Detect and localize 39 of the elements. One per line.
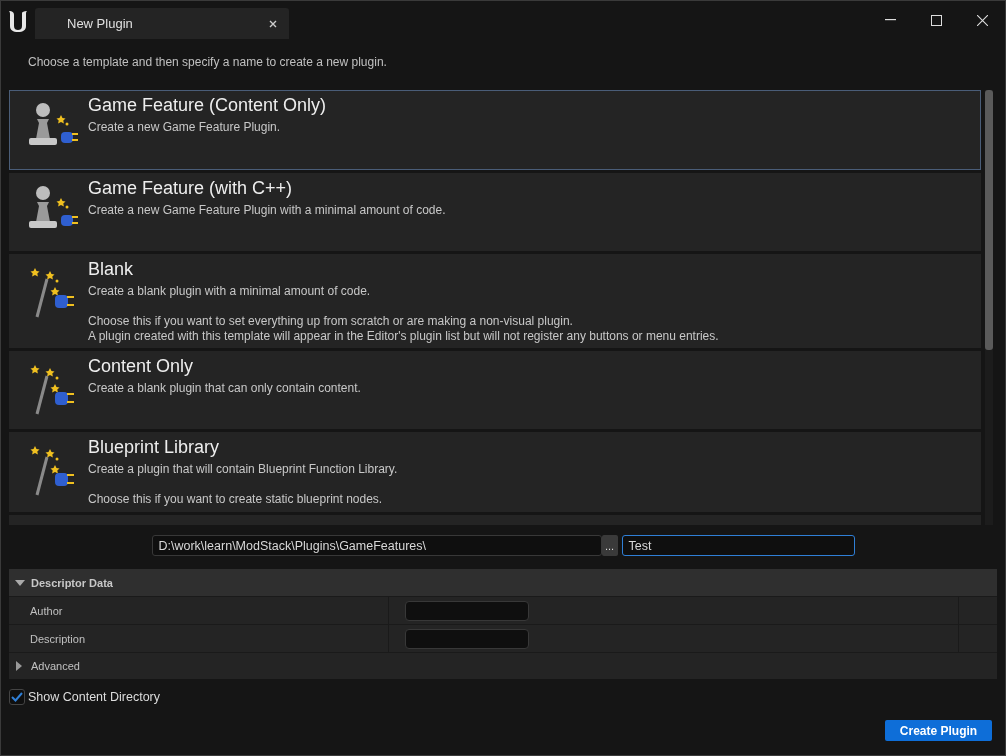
- window-title: New Plugin: [67, 16, 133, 31]
- path-field[interactable]: D:\work\learn\ModStack\Plugins\GameFeatures\: [151, 535, 602, 556]
- template-name: Game Feature (Content Only): [88, 95, 327, 116]
- template-description: A plugin created with this template will appear in the Editor's plugin list but will not register any buttons or menu entries.: [88, 329, 719, 344]
- template-item[interactable]: Game Feature (Content Only) Create a new Game Feature Plugin.: [9, 90, 981, 170]
- caret-right-icon[interactable]: [16, 661, 23, 671]
- template-name: Game Feature (with C++): [88, 178, 294, 199]
- template-name: Blueprint Library: [88, 437, 221, 458]
- caret-down-icon[interactable]: [15, 577, 25, 588]
- instruction-text: Choose a template and then specify a name to create a new plugin.: [28, 55, 387, 69]
- template-item[interactable]: Blueprint Library Create a plugin that will contain Blueprint Function Library. Choose this if you want to create static blueprint nodes.: [9, 432, 981, 512]
- template-item[interactable]: Game Feature (with C++) Create a new Game Feature Plugin with a minimal amount of code.: [9, 173, 981, 251]
- property-input[interactable]: [405, 628, 529, 649]
- close-icon[interactable]: [269, 19, 277, 28]
- template-description: Create a blank plugin that can only contain content.: [88, 381, 361, 396]
- template-description: Create a new Game Feature Plugin.: [88, 120, 282, 135]
- name-field[interactable]: Test: [621, 535, 855, 556]
- browse-button[interactable]: ...: [601, 535, 618, 556]
- section-title: Advanced: [31, 660, 80, 672]
- template-description: Choose this if you want to create static blueprint nodes.: [88, 492, 384, 507]
- template-item[interactable]: Content Only Create a blank plugin that can only contain content.: [9, 351, 981, 429]
- minimize-icon[interactable]: [884, 19, 896, 21]
- template-description: Create a blank plugin with a minimal amount of code.: [88, 284, 372, 299]
- template-name: Content Only: [88, 356, 195, 377]
- logo-icon: [7, 9, 29, 33]
- template-description: Create a plugin that will contain Blueprint Function Library.: [88, 462, 398, 477]
- property-label: Author: [30, 604, 63, 617]
- section-title: Descriptor Data: [31, 576, 113, 589]
- create-plugin-button[interactable]: Create Plugin: [885, 720, 992, 741]
- property-input[interactable]: [405, 600, 529, 621]
- maximize-icon[interactable]: [930, 14, 942, 26]
- template-name: Blank: [88, 259, 135, 280]
- property-label: Description: [30, 632, 86, 645]
- close-icon[interactable]: [976, 14, 988, 26]
- template-description: Choose this if you want to set everything up from scratch or are making a non-visual plugin.: [88, 314, 574, 329]
- template-description: Create a new Game Feature Plugin with a minimal amount of code.: [88, 203, 446, 218]
- checkbox[interactable]: [9, 689, 25, 705]
- checkbox-label: Show Content Directory: [28, 690, 160, 704]
- scrollbar[interactable]: [985, 90, 993, 525]
